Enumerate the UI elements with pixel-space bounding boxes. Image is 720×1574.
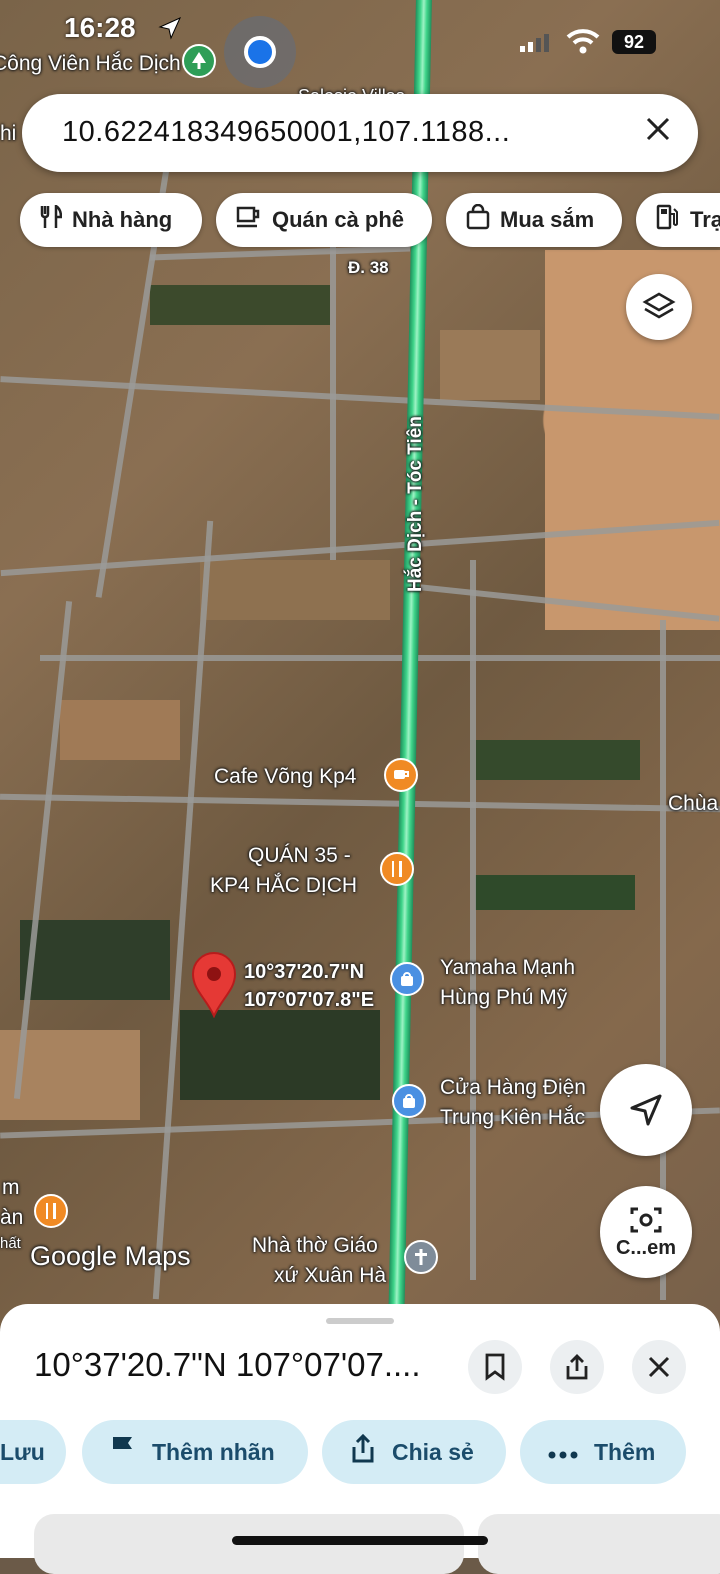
road-label-main: Hắc Dịch - Tóc Tiên [405, 416, 426, 592]
close-icon [648, 1356, 670, 1378]
camera-search-button[interactable]: C...em [600, 1186, 692, 1278]
close-icon [646, 117, 670, 141]
preview-card[interactable] [478, 1514, 720, 1574]
share-icon [566, 1354, 588, 1380]
search-bar[interactable]: 10.622418349650001,107.1188... [22, 94, 698, 172]
action-label: Lưu [0, 1438, 45, 1465]
map-field [475, 875, 635, 910]
share-action-button[interactable]: Chia sẻ [322, 1420, 506, 1484]
sheet-drag-handle[interactable] [326, 1318, 394, 1324]
place-label-nhatho-line1[interactable]: Nhà thờ Giáo [252, 1232, 378, 1260]
church-pin-icon[interactable] [404, 1240, 438, 1274]
cafe-pin-icon[interactable] [384, 758, 418, 792]
chip-label: Mua sắm [500, 207, 595, 232]
restaurant-pin-icon[interactable] [34, 1194, 68, 1228]
map-road [13, 601, 73, 1099]
bottom-sheet[interactable]: 10°37'20.7"N 107°07'07.... Lưu Thêm nhãn… [0, 1304, 720, 1574]
place-label-quan35-line1[interactable]: QUÁN 35 - [248, 842, 351, 870]
shopping-pin-icon[interactable] [390, 962, 424, 996]
place-label-chua[interactable]: Chùa [668, 790, 718, 818]
shopping-pin-icon[interactable] [392, 1084, 426, 1118]
camera-button-label: C...em [615, 1236, 677, 1259]
navigation-arrow-icon [630, 1094, 662, 1126]
camera-lens-icon [630, 1207, 662, 1232]
place-label-quan35-line2[interactable]: KP4 HẮC DỊCH [210, 872, 357, 900]
save-icon-button[interactable] [468, 1340, 522, 1394]
map-field [60, 700, 180, 760]
action-label: Chia sẻ [392, 1438, 474, 1465]
add-label-button[interactable]: Thêm nhãn [82, 1420, 308, 1484]
status-time: 16:28 [64, 12, 136, 43]
chip-label: Trạ [690, 207, 720, 232]
place-label-yamaha-line1[interactable]: Yamaha Mạnh [440, 954, 575, 982]
battery-indicator: 92 [612, 30, 656, 54]
left-edge-label: hi [0, 122, 17, 145]
map-road [330, 240, 336, 560]
more-action-button[interactable]: Thêm [520, 1420, 686, 1484]
chip-label: Quán cà phê [272, 207, 405, 232]
gas-station-icon [656, 204, 680, 236]
place-title: 10°37'20.7"N 107°07'07.... [34, 1346, 421, 1383]
map-field [470, 740, 640, 780]
flag-icon [110, 1435, 136, 1470]
place-label-cuahang-line1[interactable]: Cửa Hàng Điện [440, 1074, 586, 1102]
chip-gas[interactable]: Trạ [636, 193, 720, 247]
chip-restaurants[interactable]: Nhà hàng [20, 193, 202, 247]
map-road [470, 560, 476, 1280]
place-label-left-fragment-3: hất [0, 1235, 21, 1252]
chip-coffee[interactable]: Quán cà phê [216, 193, 432, 247]
map-road [0, 793, 720, 813]
more-dots-icon [548, 1438, 578, 1466]
close-sheet-button[interactable] [632, 1340, 686, 1394]
map-road [40, 655, 720, 661]
place-label-nhatho-line2[interactable]: xứ Xuân Hà [274, 1262, 386, 1290]
google-maps-watermark: Google Maps [30, 1241, 191, 1271]
map-road [152, 520, 214, 1300]
action-label: Thêm nhãn [152, 1438, 275, 1465]
clear-search-button[interactable] [644, 114, 672, 150]
place-label-left-fragment-2: àn [0, 1206, 24, 1229]
chip-shopping[interactable]: Mua sắm [446, 193, 622, 247]
pin-lat-label[interactable]: 10°37'20.7"N [244, 958, 364, 986]
bookmark-icon [485, 1353, 505, 1381]
action-label: Thêm [594, 1438, 656, 1465]
restaurant-pin-icon[interactable] [380, 852, 414, 886]
coffee-cup-icon [236, 205, 262, 235]
share-icon-button[interactable] [550, 1340, 604, 1394]
dropped-pin-icon[interactable] [191, 952, 237, 1019]
location-arrow-icon [158, 16, 182, 45]
map-field [440, 330, 540, 400]
signal-icon [520, 34, 550, 57]
my-location-button[interactable] [600, 1064, 692, 1156]
save-action-button[interactable]: Lưu [0, 1420, 66, 1484]
wifi-icon [566, 28, 600, 59]
place-label-cuahang-line2[interactable]: Trung Kiên Hắc [440, 1104, 585, 1132]
shopping-bag-icon [466, 203, 490, 236]
fork-knife-icon [40, 203, 63, 235]
map-field [180, 1010, 380, 1100]
place-label-cafe[interactable]: Cafe Võng Kp4 [214, 763, 356, 791]
home-indicator[interactable] [232, 1536, 488, 1545]
search-input[interactable]: 10.622418349650001,107.1188... [62, 116, 510, 149]
share-icon [350, 1433, 376, 1471]
map-field [200, 560, 390, 620]
map-field [20, 920, 170, 1000]
road-label-d38: Đ. 38 [348, 258, 389, 277]
place-label-yamaha-line2[interactable]: Hùng Phú Mỹ [440, 984, 567, 1012]
map-field [150, 285, 330, 325]
status-bar: 16:28 92 [0, 0, 720, 66]
chip-label: Nhà hàng [72, 207, 173, 232]
place-label-left-fragment-1: m [2, 1176, 20, 1199]
layers-icon [642, 292, 676, 319]
pin-lng-label[interactable]: 107°07'07.8"E [244, 986, 374, 1014]
layers-button[interactable] [626, 274, 692, 340]
